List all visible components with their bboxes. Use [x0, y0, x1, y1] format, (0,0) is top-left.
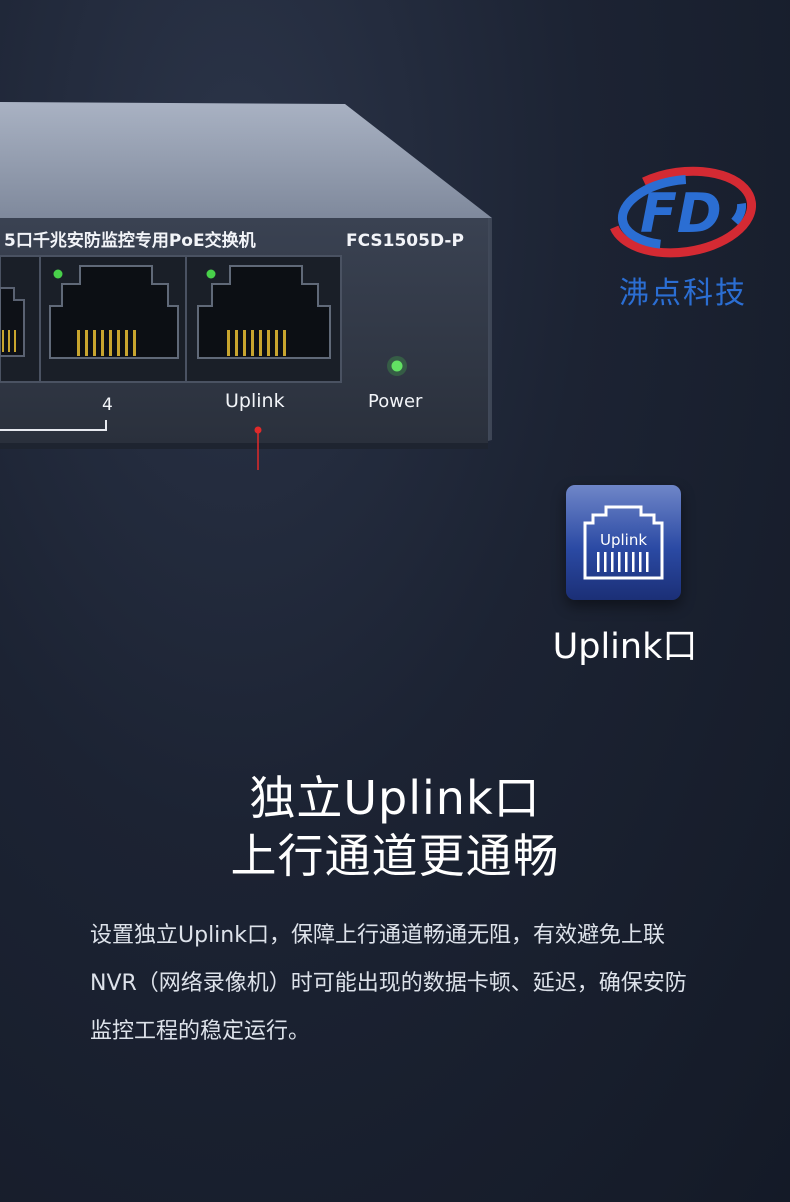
- headline-line-2: 上行通道更通畅: [230, 829, 560, 883]
- switch-top-surface: [0, 102, 492, 218]
- uplink-callout-caption: Uplink口: [552, 627, 698, 667]
- headline-line-1: 独立Uplink口: [249, 771, 541, 825]
- brand-name: 沸点科技: [619, 276, 747, 311]
- callout-tile-label: Uplink: [600, 531, 647, 549]
- feature-description: 设置独立Uplink口，保障上行通道畅通无阻，有效避免上联NVR（网络录像机）时…: [90, 923, 687, 1044]
- power-led-icon: [391, 360, 403, 372]
- power-label: Power: [368, 391, 423, 412]
- svg-text:FD: FD: [640, 182, 722, 245]
- uplink-led-icon: [206, 269, 216, 279]
- switch-model-label: FCS1505D-P: [346, 231, 464, 251]
- switch-panel-title: 5口千兆安防监控专用PoE交换机: [4, 230, 256, 251]
- uplink-port-callout-tile: Uplink: [566, 485, 681, 600]
- port-number-label: 4: [102, 395, 113, 415]
- uplink-port-label: Uplink: [225, 390, 285, 412]
- ethernet-port-icon: Uplink: [583, 505, 664, 580]
- switch-bottom-edge: [0, 443, 488, 449]
- port-4-led-icon: [53, 269, 63, 279]
